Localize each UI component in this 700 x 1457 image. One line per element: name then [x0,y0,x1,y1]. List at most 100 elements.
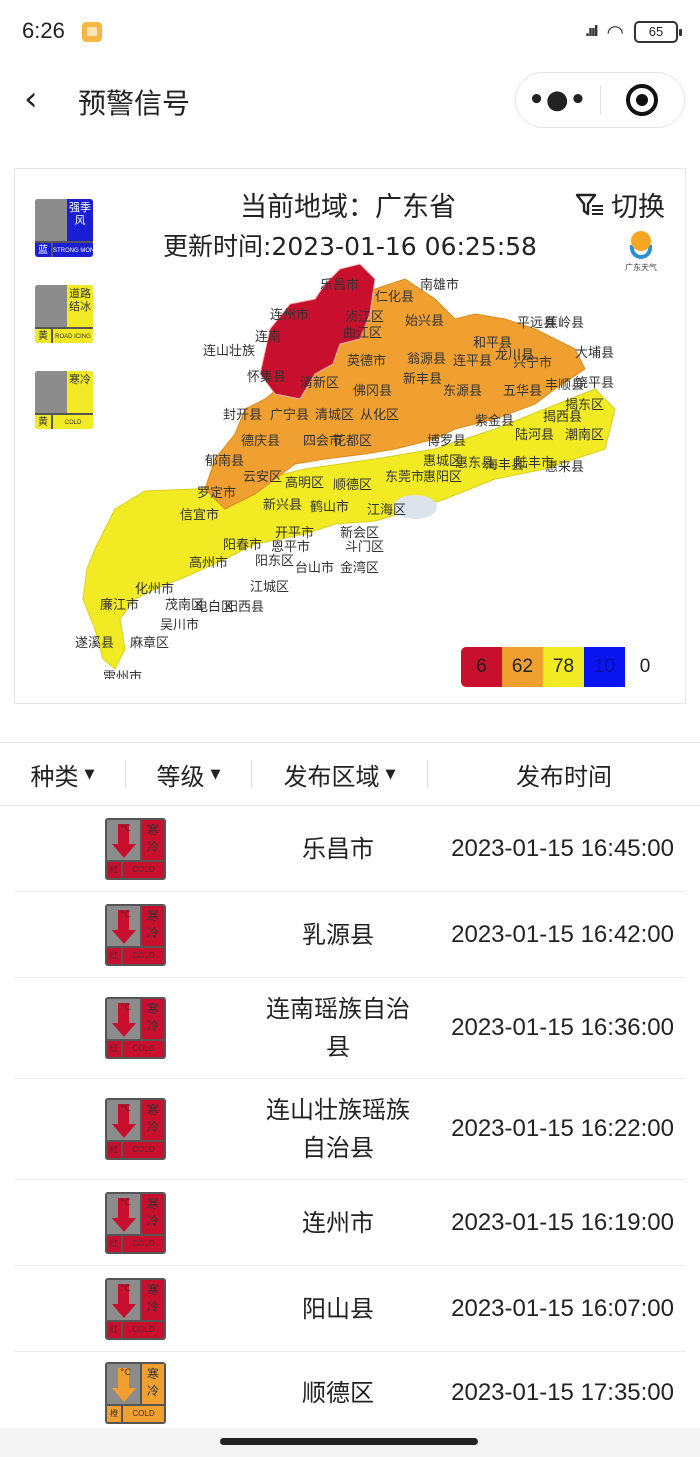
map-label-6: 曲江区 [343,326,382,341]
map-label-52: 鹤山市 [310,499,349,515]
map-label-11: 连平县 [453,353,492,369]
warning-type: 寒冷 [142,905,164,946]
warning-area: 乳源县 [302,920,374,949]
signal-english-name: STRONG MONSOON [53,243,93,257]
warning-area: 连州市 [302,1208,374,1237]
warning-english-name: COLD [123,947,164,964]
warning-row[interactable]: °C 寒冷红 COLD 乐昌市 2023-01-15 16:45:00 [14,806,686,892]
map-label-59: 斗门区 [345,540,384,555]
map-label-21: 蕉岭县 [545,316,584,331]
filter-type-dropdown[interactable]: 种类 ▼ [0,743,125,805]
warning-row[interactable]: °C 寒冷橙 COLD 顺德区 2023-01-15 17:35:00 [14,1352,686,1434]
signal-name: 强季风 [67,199,93,241]
close-mini-program-button[interactable] [601,84,685,116]
map-label-58: 恩平市 [271,539,310,555]
filter-type-label: 种类 [30,762,79,791]
warning-level: 红 [107,1321,121,1338]
warning-row[interactable]: °C 寒冷红 COLD 连州市 2023-01-15 16:19:00 [14,1180,686,1266]
map-label-62: 金湾区 [340,560,379,576]
sun-icon [631,231,651,251]
signal-icon-0[interactable]: 强季风蓝STRONG MONSOON [35,199,93,257]
map-label-15: 新丰县 [403,371,442,387]
warning-level: 红 [107,947,121,964]
signal-pictogram: °C [107,905,140,946]
legend-count-0[interactable]: 6 [461,647,502,687]
map-label-53: 江海区 [367,503,406,518]
arrow-head [112,1303,136,1318]
guangdong-warning-map[interactable]: 乐昌市仁化县南雄市连州市 浈江区 始兴县曲江区连南连山壮族英德市 翁源县 连平县和平县怀… [75,259,635,679]
map-label-16: 佛冈县 [353,384,392,399]
back-button[interactable]: ‹ [24,82,38,116]
arrow-head [112,929,136,944]
warning-level: 橙 [107,1405,121,1422]
dropdown-arrow-icon: ▼ [84,766,95,782]
warning-type: 寒冷 [142,1363,164,1404]
map-label-25: 清城区 [315,408,354,423]
warning-level: 红 [107,1041,121,1057]
signal-level: 黄 [35,329,53,343]
target-icon [626,84,659,116]
map-label-17: 东源县 [443,384,482,399]
wifi-icon: ◠ [606,20,624,44]
signal-pictogram: °C [107,819,140,860]
map-label-40: 潮南区 [565,427,604,443]
map-label-30: 饶平县 [575,376,614,391]
signal-pictogram: °C [107,1279,140,1320]
warning-type: 寒冷 [142,819,164,860]
cold-warning-icon: °C 寒冷红 COLD [105,1191,166,1254]
map-label-71: 遂溪县 [75,636,114,651]
warning-type: 寒冷 [142,1279,164,1320]
warning-row[interactable]: °C 寒冷红 COLD 连南瑶族自治县 2023-01-15 16:36:00 [14,978,686,1079]
celsius-icon: °C [120,1003,131,1013]
map-label-23: 封开县 [223,408,262,423]
cold-warning-icon: °C 寒冷红 COLD [105,903,166,966]
signal-pictogram-icon [35,199,67,241]
legend-count-1[interactable]: 62 [502,647,543,687]
warning-level: 红 [107,1142,121,1158]
map-label-63: 阳东区 [255,554,294,569]
warning-english-name: COLD [123,861,164,878]
map-label-61: 台山市 [295,560,334,576]
warning-row[interactable]: °C 寒冷红 COLD 乳源县 2023-01-15 16:42:00 [14,892,686,978]
map-label-36: 揭东区 [565,398,604,413]
warning-english-name: COLD [123,1405,164,1422]
cold-warning-icon: °C 寒冷红 COLD [105,817,166,880]
map-label-28: 五华县 [503,384,542,399]
battery-icon: 65 [634,21,682,43]
map-label-56: 新会区 [340,525,379,541]
celsius-icon: °C [120,1197,131,1208]
warning-area: 乐昌市 [302,834,374,863]
dropdown-arrow-icon: ▼ [385,766,396,782]
switch-region-button[interactable]: 切换 [575,185,665,224]
warning-time: 2023-01-15 17:35:00 [451,1378,674,1406]
home-indicator[interactable] [220,1438,478,1445]
map-label-45: 东莞市 [385,469,424,485]
filter-level-dropdown[interactable]: 等级 ▼ [126,743,251,805]
signal-pictogram: °C [107,1363,140,1404]
filter-area-dropdown[interactable]: 发布区域 ▼ [252,743,427,805]
cold-warning-icon: °C 寒冷红 COLD [105,997,166,1059]
map-label-22: 大埔县 [575,346,614,361]
map-label-3: 连州市 [270,307,309,323]
legend-count-3[interactable]: 10 [584,647,625,687]
map-label-14: 清新区 [300,375,339,391]
map-label-24: 广宁县 [270,407,309,423]
filter-time-label: 发布时间 [516,762,612,791]
arrow-head [112,1217,136,1232]
map-label-43: 高明区 [285,475,324,491]
celsius-icon: °C [120,1367,131,1378]
warning-map-panel: 当前地域：广东省 更新时间:2023-01-16 06:25:58 切换 广东天… [14,168,686,704]
warning-row[interactable]: °C 寒冷红 COLD 连山壮族瑶族自治县 2023-01-15 16:22:00 [14,1079,686,1180]
status-indicators: .ııl ◠ 65 [585,20,682,44]
more-options-button[interactable]: •●• [516,85,600,115]
warning-filter-header: 种类 ▼ 等级 ▼ 发布区域 ▼ 发布时间 [0,742,700,806]
status-bar: 6:26 .ııl ◠ 65 [0,0,700,64]
warning-row[interactable]: °C 寒冷红 COLD 阳山县 2023-01-15 16:07:00 [14,1266,686,1352]
legend-count-2[interactable]: 78 [543,647,584,687]
warning-level: 红 [107,1235,121,1252]
arrow-head [112,1124,136,1138]
filter-level-label: 等级 [156,762,205,791]
arrow-head [112,843,136,858]
map-label-2: 南雄市 [420,277,459,293]
map-label-19: 兴宁市 [513,355,552,371]
